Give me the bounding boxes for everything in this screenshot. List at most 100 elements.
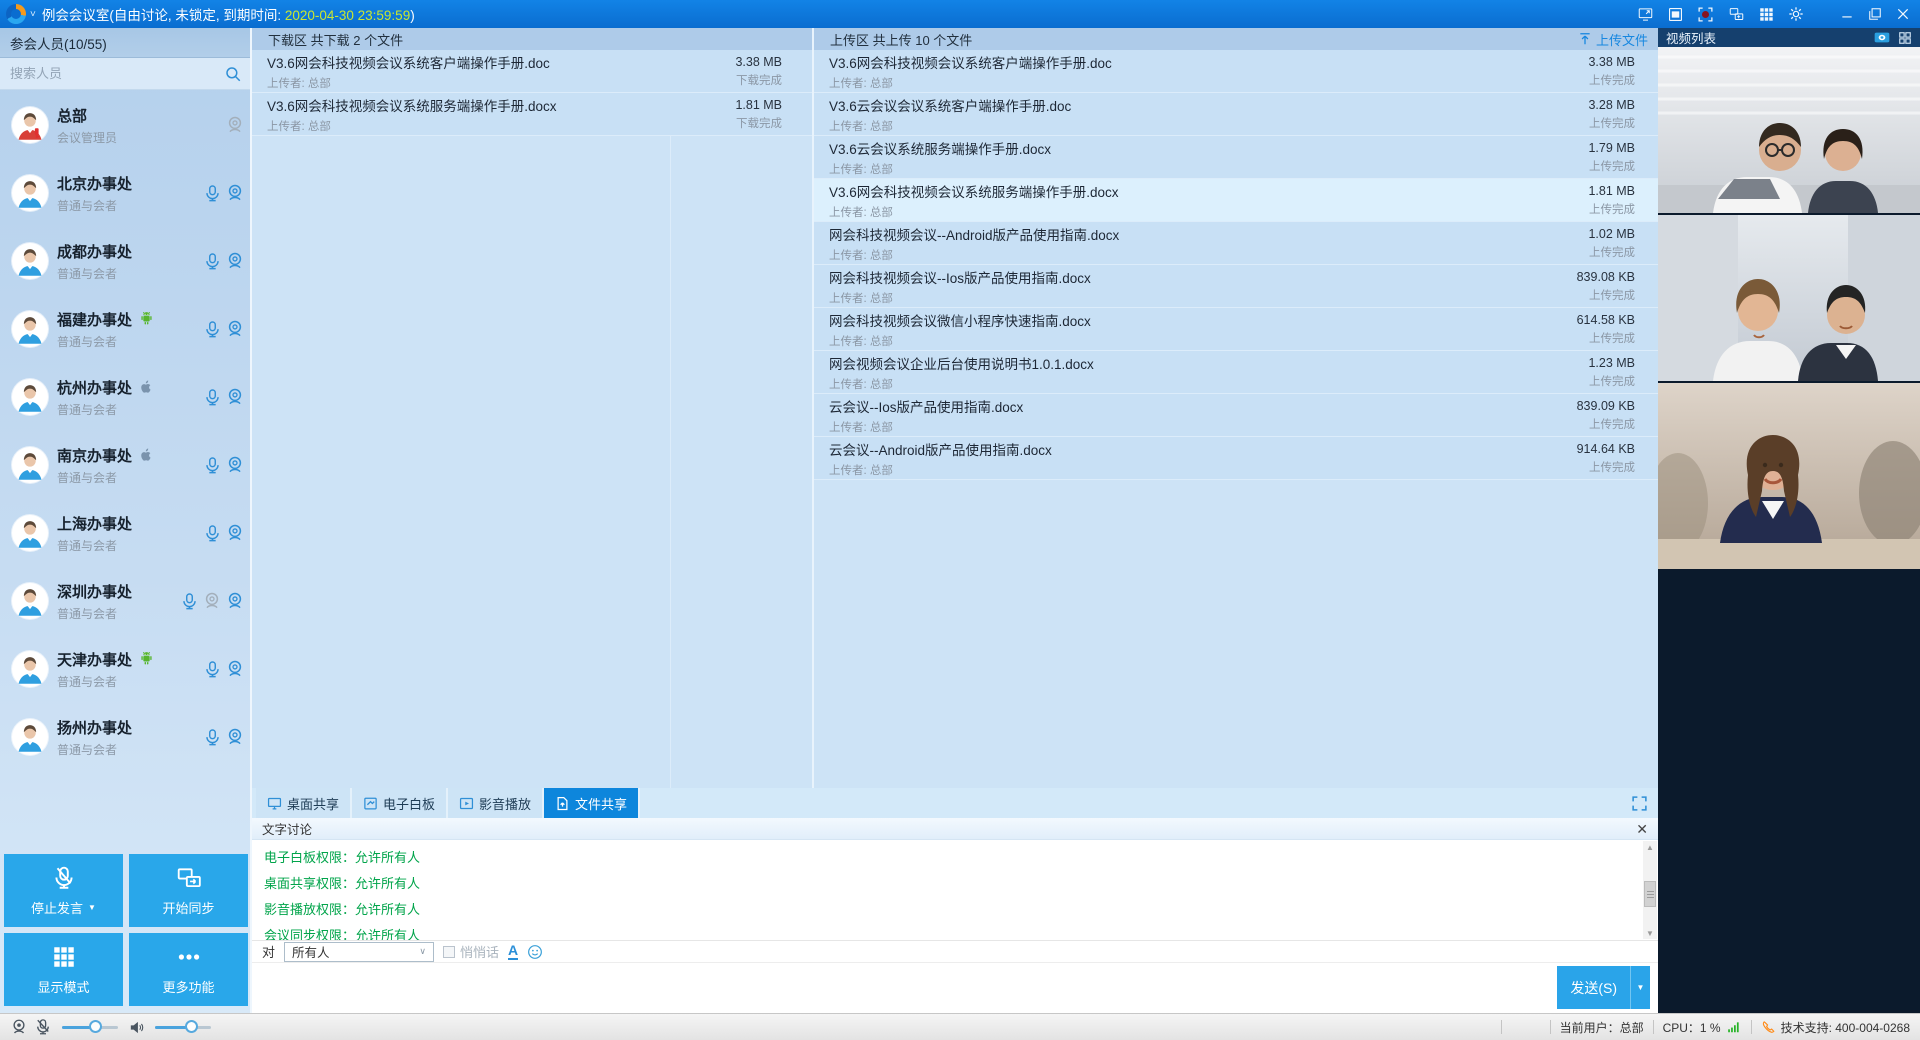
mic-icon[interactable] <box>203 524 222 543</box>
whisper-checkbox[interactable] <box>443 946 455 958</box>
scroll-down-icon[interactable]: ▼ <box>1646 927 1654 939</box>
multi-screen-sync-icon[interactable] <box>1728 7 1745 22</box>
camera-icon[interactable] <box>225 251 245 271</box>
speaker-icon[interactable] <box>128 1019 145 1036</box>
emoji-icon[interactable] <box>527 944 543 960</box>
file-size: 1.81 MB <box>1588 184 1635 198</box>
participant-row[interactable]: 福建办事处 普通与会者 <box>0 295 252 363</box>
camera-off-icon[interactable] <box>202 591 222 611</box>
recipient-select[interactable]: 所有人 ∨ <box>284 942 434 962</box>
whisper-option[interactable]: 悄悄话 <box>443 942 499 961</box>
screen-share-icon[interactable] <box>1637 7 1654 22</box>
camera-icon[interactable] <box>225 387 245 407</box>
font-color-button[interactable]: A <box>508 943 518 960</box>
send-button[interactable]: 发送(S) ▼ <box>1557 966 1650 1009</box>
upload-file-row[interactable]: 云会议--Ios版产品使用指南.docx 上传者: 总部 839.09 KB 上… <box>814 394 1658 437</box>
action-button-label: 显示模式 <box>37 977 89 996</box>
upload-file-row[interactable]: V3.6云会议会议系统客户端操作手册.doc 上传者: 总部 3.28 MB 上… <box>814 93 1658 136</box>
participant-row[interactable]: 北京办事处 普通与会者 <box>0 159 252 227</box>
camera-icon[interactable] <box>225 319 245 339</box>
tab-fileshare[interactable]: 文件共享 <box>544 788 640 818</box>
video-wall-icon[interactable] <box>1874 31 1890 45</box>
minimize-button[interactable] <box>1840 7 1854 21</box>
chat-input[interactable] <box>252 963 1658 1013</box>
mic-icon[interactable] <box>180 592 199 611</box>
camera-icon[interactable] <box>225 455 245 475</box>
download-file-row[interactable]: V3.6网会科技视频会议系统客户端操作手册.doc 上传者: 总部 3.38 M… <box>252 50 812 93</box>
participant-row[interactable]: 扬州办事处 普通与会者 <box>0 703 252 771</box>
dropdown-caret-icon[interactable]: ▼ <box>88 903 96 912</box>
file-size: 1.23 MB <box>1588 356 1635 370</box>
action-button-more[interactable]: 更多功能 <box>129 933 248 1006</box>
camera-icon[interactable] <box>225 183 245 203</box>
action-button-sync[interactable]: 开始同步 <box>129 854 248 927</box>
expand-fullscreen-icon[interactable] <box>1631 795 1648 812</box>
search-icon[interactable] <box>224 65 242 83</box>
tab-media[interactable]: 影音播放 <box>448 788 544 818</box>
restore-button[interactable] <box>1868 7 1882 21</box>
participant-row[interactable]: 成都办事处 普通与会者 <box>0 227 252 295</box>
participant-row[interactable]: 总部 会议管理员 <box>0 91 252 159</box>
upload-file-row[interactable]: V3.6网会科技视频会议系统服务端操作手册.docx 上传者: 总部 1.81 … <box>814 179 1658 222</box>
mic-icon[interactable] <box>203 388 222 407</box>
scrollbar-thumb[interactable] <box>1644 881 1656 907</box>
upload-file-link[interactable]: 上传文件 <box>1578 30 1658 49</box>
upload-file-row[interactable]: 网会科技视频会议--Android版产品使用指南.docx 上传者: 总部 1.… <box>814 222 1658 265</box>
camera-off-icon[interactable] <box>225 115 245 135</box>
participant-row[interactable]: 深圳办事处 普通与会者 <box>0 567 252 635</box>
tab-desktop[interactable]: 桌面共享 <box>256 788 352 818</box>
window-mode-icon[interactable] <box>1668 7 1683 22</box>
upload-file-row[interactable]: 网会视频会议企业后台使用说明书1.0.1.docx 上传者: 总部 1.23 M… <box>814 351 1658 394</box>
camera-icon[interactable] <box>225 591 245 611</box>
video-thumbnail[interactable] <box>1658 47 1920 213</box>
participant-role: 普通与会者 <box>57 265 138 282</box>
participant-row[interactable]: 南京办事处 普通与会者 <box>0 431 252 499</box>
mic-icon[interactable] <box>203 660 222 679</box>
video-thumbnail[interactable] <box>1658 215 1920 381</box>
action-button-mic-off[interactable]: 停止发言▼ <box>4 854 123 927</box>
close-button[interactable] <box>1896 7 1910 21</box>
send-button-label[interactable]: 发送(S) <box>1557 966 1630 1009</box>
camera-icon[interactable] <box>225 727 245 747</box>
mic-icon[interactable] <box>203 456 222 475</box>
mic-volume-slider[interactable] <box>62 1026 118 1029</box>
file-status: 上传完成 <box>1577 416 1635 432</box>
file-name: V3.6网会科技视频会议系统客户端操作手册.doc <box>267 52 735 72</box>
mic-muted-icon[interactable] <box>34 1018 52 1036</box>
upload-file-row[interactable]: 网会科技视频会议--Ios版产品使用指南.docx 上传者: 总部 839.08… <box>814 265 1658 308</box>
video-grid-icon[interactable] <box>1898 31 1912 45</box>
avatar <box>12 311 48 347</box>
upload-file-row[interactable]: V3.6云会议系统服务端操作手册.docx 上传者: 总部 1.79 MB 上传… <box>814 136 1658 179</box>
mic-icon[interactable] <box>203 252 222 271</box>
participant-row[interactable]: 上海办事处 普通与会者 <box>0 499 252 567</box>
mic-icon[interactable] <box>203 728 222 747</box>
speaker-volume-slider[interactable] <box>155 1026 211 1029</box>
settings-gear-icon[interactable] <box>1788 6 1804 22</box>
camera-status-icon[interactable] <box>10 1018 28 1036</box>
speaker-volume-knob[interactable] <box>185 1020 198 1033</box>
mic-icon[interactable] <box>203 320 222 339</box>
upload-file-row[interactable]: 云会议--Android版产品使用指南.docx 上传者: 总部 914.64 … <box>814 437 1658 480</box>
video-thumbnail[interactable] <box>1658 383 1920 569</box>
video-list-header: 视频列表 <box>1658 28 1920 47</box>
participant-row[interactable]: 天津办事处 普通与会者 <box>0 635 252 703</box>
mic-volume-knob[interactable] <box>89 1020 102 1033</box>
tab-whiteboard[interactable]: 电子白板 <box>352 788 448 818</box>
action-button-grid-big[interactable]: 显示模式 <box>4 933 123 1006</box>
upload-file-row[interactable]: 网会科技视频会议微信小程序快速指南.docx 上传者: 总部 614.58 KB… <box>814 308 1658 351</box>
file-uploader: 上传者: 总部 <box>829 290 1577 306</box>
chat-scrollbar[interactable]: ▲ ▼ <box>1643 841 1657 939</box>
mic-icon[interactable] <box>203 184 222 203</box>
download-file-row[interactable]: V3.6网会科技视频会议系统服务端操作手册.docx 上传者: 总部 1.81 … <box>252 93 812 136</box>
title-chevron-down-icon[interactable]: ˅ <box>30 9 36 20</box>
camera-icon[interactable] <box>225 523 245 543</box>
send-dropdown-icon[interactable]: ▼ <box>1630 966 1650 1009</box>
search-input[interactable] <box>10 66 224 81</box>
upload-file-row[interactable]: V3.6网会科技视频会议系统客户端操作手册.doc 上传者: 总部 3.38 M… <box>814 50 1658 93</box>
camera-icon[interactable] <box>225 659 245 679</box>
scroll-up-icon[interactable]: ▲ <box>1646 841 1654 853</box>
participant-row[interactable]: 杭州办事处 普通与会者 <box>0 363 252 431</box>
record-icon[interactable] <box>1697 6 1714 23</box>
chat-close-icon[interactable]: ✕ <box>1636 822 1648 836</box>
layout-grid-icon[interactable] <box>1759 7 1774 22</box>
